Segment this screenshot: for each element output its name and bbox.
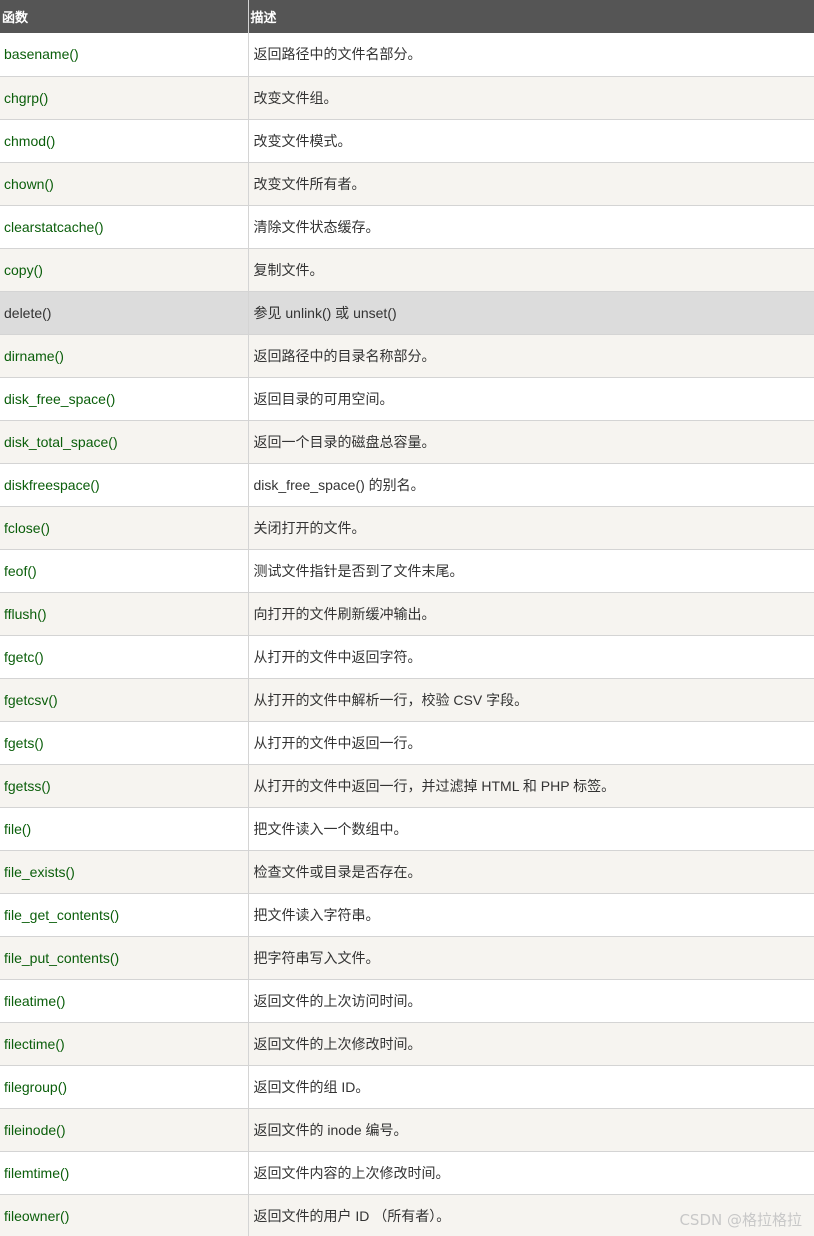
function-description: 返回文件内容的上次修改时间。 [248,1151,814,1195]
table-row: dirname() 返回路径中的目录名称部分。 [0,334,814,378]
table-row: chmod() 改变文件模式。 [0,119,814,163]
function-name-link[interactable]: filemtime() [0,1151,249,1195]
table-row: fileinode() 返回文件的 inode 编号。 [0,1108,814,1152]
table-row: fflush() 向打开的文件刷新缓冲输出。 [0,592,814,636]
table-row: delete() 参见 unlink() 或 unset() [0,291,814,335]
table-row: copy() 复制文件。 [0,248,814,292]
function-description: 从打开的文件中返回一行，并过滤掉 HTML 和 PHP 标签。 [248,764,814,808]
function-description: 从打开的文件中返回一行。 [248,721,814,765]
function-name-link[interactable]: chown() [0,162,249,206]
function-name-link[interactable]: basename() [0,33,249,77]
function-name-link[interactable]: fgetc() [0,635,249,679]
function-name-link[interactable]: chgrp() [0,76,249,120]
function-description: 返回文件的 inode 编号。 [248,1108,814,1152]
table-row: fgetss() 从打开的文件中返回一行，并过滤掉 HTML 和 PHP 标签。 [0,764,814,808]
function-name-link[interactable]: file_get_contents() [0,893,249,937]
function-description: 改变文件模式。 [248,119,814,163]
function-name-link[interactable]: feof() [0,549,249,593]
function-description: 返回目录的可用空间。 [248,377,814,421]
table-row: fgetcsv() 从打开的文件中解析一行，校验 CSV 字段。 [0,678,814,722]
header-function: 函数 [0,0,249,33]
function-name-link[interactable]: fflush() [0,592,249,636]
function-description: 返回路径中的文件名部分。 [248,33,814,77]
function-description: 检查文件或目录是否存在。 [248,850,814,894]
function-name-link[interactable]: file_put_contents() [0,936,249,980]
function-description: 改变文件所有者。 [248,162,814,206]
table-row: file_put_contents() 把字符串写入文件。 [0,936,814,980]
table-body: basename() 返回路径中的文件名部分。 chgrp() 改变文件组。 chmod… [0,33,814,1236]
header-description: 描述 [248,0,814,33]
table-row: basename() 返回路径中的文件名部分。 [0,33,814,77]
table-row: file_get_contents() 把文件读入字符串。 [0,893,814,937]
function-name-link[interactable]: fgetss() [0,764,249,808]
function-name-link: delete() [0,291,249,335]
function-description: 把文件读入一个数组中。 [248,807,814,851]
function-name-link[interactable]: fgetcsv() [0,678,249,722]
function-name-link[interactable]: fclose() [0,506,249,550]
table-row: disk_free_space() 返回目录的可用空间。 [0,377,814,421]
function-description: 把字符串写入文件。 [248,936,814,980]
table-row: chgrp() 改变文件组。 [0,76,814,120]
function-description: 复制文件。 [248,248,814,292]
function-name-link[interactable]: fileowner() [0,1194,249,1236]
function-description: 从打开的文件中解析一行，校验 CSV 字段。 [248,678,814,722]
table-row: filemtime() 返回文件内容的上次修改时间。 [0,1151,814,1195]
table-row: filectime() 返回文件的上次修改时间。 [0,1022,814,1066]
function-description: 改变文件组。 [248,76,814,120]
function-description: 从打开的文件中返回字符。 [248,635,814,679]
table-row: filegroup() 返回文件的组 ID。 [0,1065,814,1109]
table-row: file() 把文件读入一个数组中。 [0,807,814,851]
function-name-link[interactable]: diskfreespace() [0,463,249,507]
page: 函数 描述 basename() 返回路径中的文件名部分。 chgrp() 改变文件组… [0,0,814,1236]
function-description: 返回文件的上次访问时间。 [248,979,814,1023]
function-description: 参见 unlink() 或 unset() [248,291,814,335]
function-description: 清除文件状态缓存。 [248,205,814,249]
function-name-link[interactable]: disk_total_space() [0,420,249,464]
table-row: fileatime() 返回文件的上次访问时间。 [0,979,814,1023]
table-row: fgetc() 从打开的文件中返回字符。 [0,635,814,679]
table-header: 函数 描述 [0,0,814,33]
table-row: disk_total_space() 返回一个目录的磁盘总容量。 [0,420,814,464]
function-reference-table: 函数 描述 basename() 返回路径中的文件名部分。 chgrp() 改变文件组… [0,0,814,1236]
header-row: 函数 描述 [0,0,814,33]
function-name-link[interactable]: chmod() [0,119,249,163]
table-row: chown() 改变文件所有者。 [0,162,814,206]
function-name-link[interactable]: file_exists() [0,850,249,894]
function-name-link[interactable]: filectime() [0,1022,249,1066]
table-row: fclose() 关闭打开的文件。 [0,506,814,550]
function-description: 返回文件的上次修改时间。 [248,1022,814,1066]
function-description: 把文件读入字符串。 [248,893,814,937]
function-description: 返回一个目录的磁盘总容量。 [248,420,814,464]
function-description: 向打开的文件刷新缓冲输出。 [248,592,814,636]
watermark: CSDN @格拉格拉 [679,1211,802,1229]
function-name-link[interactable]: copy() [0,248,249,292]
function-description: 关闭打开的文件。 [248,506,814,550]
function-name-link[interactable]: file() [0,807,249,851]
function-name-link[interactable]: fileatime() [0,979,249,1023]
function-name-link[interactable]: dirname() [0,334,249,378]
function-description: 返回路径中的目录名称部分。 [248,334,814,378]
function-name-link[interactable]: fileinode() [0,1108,249,1152]
table-row: fgets() 从打开的文件中返回一行。 [0,721,814,765]
table-row: diskfreespace() disk_free_space() 的别名。 [0,463,814,507]
function-name-link[interactable]: fgets() [0,721,249,765]
table-row: clearstatcache() 清除文件状态缓存。 [0,205,814,249]
function-description: 返回文件的组 ID。 [248,1065,814,1109]
function-name-link[interactable]: disk_free_space() [0,377,249,421]
function-description: 测试文件指针是否到了文件末尾。 [248,549,814,593]
function-name-link[interactable]: filegroup() [0,1065,249,1109]
function-name-link[interactable]: clearstatcache() [0,205,249,249]
function-description: disk_free_space() 的别名。 [248,463,814,507]
table-row: feof() 测试文件指针是否到了文件末尾。 [0,549,814,593]
table-row: file_exists() 检查文件或目录是否存在。 [0,850,814,894]
